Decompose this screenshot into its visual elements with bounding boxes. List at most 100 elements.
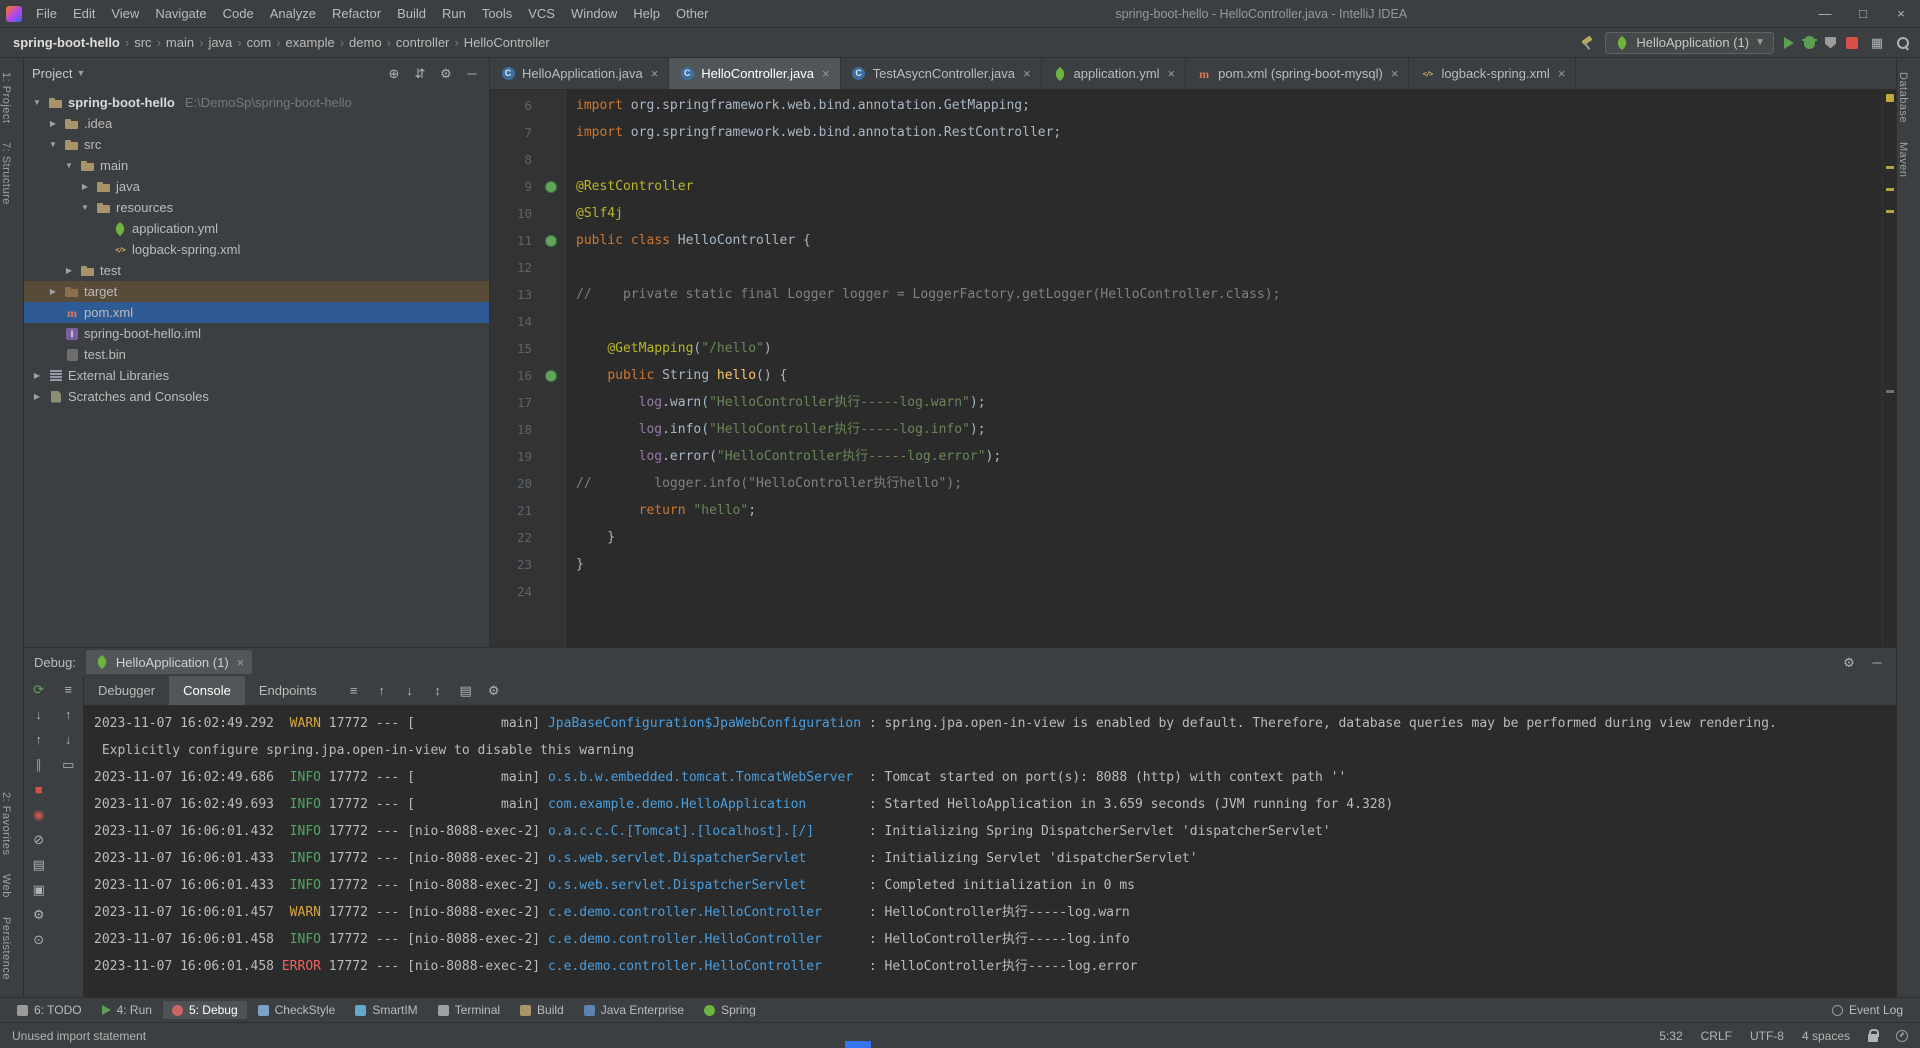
pin-icon[interactable]: ⊙ — [30, 930, 48, 948]
close-tab-icon[interactable]: × — [1558, 66, 1566, 81]
spring-bean-gutter-icon[interactable] — [536, 370, 566, 382]
debug-tab-debugger[interactable]: Debugger — [84, 676, 169, 705]
menu-code[interactable]: Code — [215, 0, 262, 27]
expand-arrow-icon[interactable]: ▶ — [30, 392, 44, 401]
line-separator[interactable]: CRLF — [1701, 1029, 1732, 1043]
close-session-icon[interactable]: × — [237, 655, 245, 670]
collapse-arrow-icon[interactable]: ▼ — [62, 161, 76, 170]
run-button[interactable] — [1784, 37, 1794, 49]
breadcrumb-item-main[interactable]: main — [163, 35, 197, 50]
coverage-button[interactable] — [1825, 37, 1836, 49]
tool-window-button-build[interactable]: Build — [511, 1001, 573, 1019]
menu-edit[interactable]: Edit — [65, 0, 103, 27]
tree-item-test-bin[interactable]: test.bin — [24, 344, 489, 365]
spring-bean-gutter-icon[interactable] — [536, 235, 566, 247]
editor-line[interactable]: 22 } — [490, 524, 1896, 551]
breadcrumb-item-java[interactable]: java — [205, 35, 235, 50]
mute-breakpoints-icon[interactable]: ⊘ — [30, 830, 48, 848]
close-tab-icon[interactable]: × — [1023, 66, 1031, 81]
editor-line[interactable]: 6import org.springframework.web.bind.ann… — [490, 92, 1896, 119]
build-hammer-icon[interactable] — [1579, 35, 1595, 51]
breadcrumb-item-example[interactable]: example — [283, 35, 338, 50]
stop-icon[interactable]: ■ — [30, 780, 48, 798]
chevron-down-icon[interactable]: ▼ — [76, 68, 85, 78]
menu-help[interactable]: Help — [625, 0, 668, 27]
step-up-icon[interactable]: ↑ — [30, 730, 48, 748]
inspections-indicator-icon[interactable] — [1886, 94, 1894, 102]
debug-session-tab[interactable]: HelloApplication (1) × — [86, 650, 252, 674]
menu-other[interactable]: Other — [668, 0, 717, 27]
tool-window-button-terminal[interactable]: Terminal — [429, 1001, 509, 1019]
expand-arrow-icon[interactable]: ▶ — [62, 266, 76, 275]
breadcrumb-item-com[interactable]: com — [244, 35, 275, 50]
debug-tab-console[interactable]: Console — [169, 676, 245, 705]
settings-gear-icon[interactable]: ⚙ — [30, 905, 48, 923]
expand-all-icon[interactable]: ↕ — [429, 682, 447, 700]
indent-setting[interactable]: 4 spaces — [1802, 1029, 1850, 1043]
minimize-button[interactable]: — — [1806, 0, 1844, 27]
info-mark[interactable] — [1886, 390, 1894, 393]
warning-mark[interactable] — [1886, 188, 1894, 191]
code-editor[interactable]: 6import org.springframework.web.bind.ann… — [490, 90, 1896, 647]
tree-item-pom-xml[interactable]: pom.xml — [24, 302, 489, 323]
menu-analyze[interactable]: Analyze — [262, 0, 324, 27]
tree-item-java[interactable]: ▶java — [24, 176, 489, 197]
menu-vcs[interactable]: VCS — [520, 0, 563, 27]
editor-line[interactable]: 23} — [490, 551, 1896, 578]
tree-item-test[interactable]: ▶test — [24, 260, 489, 281]
screenshot-icon[interactable]: ▣ — [30, 880, 48, 898]
tree-item-spring-boot-hello-iml[interactable]: spring-boot-hello.iml — [24, 323, 489, 344]
tool-stripe-button-7-structure[interactable]: 7: Structure — [0, 134, 12, 213]
editor-line[interactable]: 18 log.info("HelloController执行-----log.i… — [490, 416, 1896, 443]
editor-line[interactable]: 19 log.error("HelloController执行-----log.… — [490, 443, 1896, 470]
close-tab-icon[interactable]: × — [651, 66, 659, 81]
highlighting-level-icon[interactable] — [1896, 1030, 1908, 1042]
view-breakpoints-icon[interactable]: ◉ — [30, 805, 48, 823]
rerun-icon[interactable]: ⟳ — [30, 680, 48, 698]
read-only-lock-icon[interactable] — [1868, 1034, 1878, 1042]
editor-tab-pom-xml-spring-boot-mysql[interactable]: pom.xml (spring-boot-mysql)× — [1186, 58, 1409, 89]
tool-stripe-button-database[interactable]: Database — [1897, 64, 1909, 131]
editor-line[interactable]: 16 public String hello() { — [490, 362, 1896, 389]
editor-line[interactable]: 24 — [490, 578, 1896, 605]
editor-line[interactable]: 14 — [490, 308, 1896, 335]
menu-window[interactable]: Window — [563, 0, 625, 27]
editor-line[interactable]: 15 @GetMapping("/hello") — [490, 335, 1896, 362]
print-icon[interactable]: ▤ — [457, 682, 475, 700]
tool-stripe-button-1-project[interactable]: 1: Project — [0, 64, 12, 131]
error-stripe[interactable] — [1882, 90, 1896, 647]
clear-console-icon[interactable]: ▭ — [59, 755, 77, 773]
editor-line[interactable]: 11public class HelloController { — [490, 227, 1896, 254]
editor-line[interactable]: 20// logger.info("HelloController执行hello… — [490, 470, 1896, 497]
file-encoding[interactable]: UTF-8 — [1750, 1029, 1784, 1043]
menu-navigate[interactable]: Navigate — [147, 0, 214, 27]
tool-stripe-button-2-favorites[interactable]: 2: Favorites — [0, 784, 12, 863]
warning-mark[interactable] — [1886, 210, 1894, 213]
scroll-up-icon[interactable]: ↑ — [373, 682, 391, 700]
project-panel-title[interactable]: Project — [32, 66, 72, 81]
tool-window-button-4-run[interactable]: 4: Run — [93, 1001, 161, 1019]
expand-arrow-icon[interactable]: ▶ — [46, 119, 60, 128]
collapse-all-icon[interactable]: ⇵ — [411, 64, 429, 82]
tree-item-application-yml[interactable]: application.yml — [24, 218, 489, 239]
close-tab-icon[interactable]: × — [1391, 66, 1399, 81]
warning-mark[interactable] — [1886, 166, 1894, 169]
tree-item-logback-spring-xml[interactable]: logback-spring.xml — [24, 239, 489, 260]
editor-line[interactable]: 21 return "hello"; — [490, 497, 1896, 524]
breadcrumb-item-hellocontroller[interactable]: HelloController — [461, 35, 553, 50]
expand-arrow-icon[interactable]: ▶ — [30, 371, 44, 380]
breadcrumb-item-src[interactable]: src — [131, 35, 154, 50]
editor-tab-hellocontroller-java[interactable]: HelloController.java× — [669, 58, 840, 89]
collapse-arrow-icon[interactable]: ▼ — [46, 140, 60, 149]
scroll-down-icon[interactable]: ↓ — [401, 682, 419, 700]
down-arrow-icon[interactable]: ↓ — [59, 730, 77, 748]
menu-icon[interactable]: ≡ — [59, 680, 77, 698]
pause-icon[interactable]: ∥ — [30, 755, 48, 773]
tool-window-button-java-enterprise[interactable]: Java Enterprise — [575, 1001, 693, 1019]
locate-file-icon[interactable]: ⊕ — [385, 64, 403, 82]
tree-item-src[interactable]: ▼src — [24, 134, 489, 155]
editor-tab-application-yml[interactable]: application.yml× — [1042, 58, 1187, 89]
collapse-arrow-icon[interactable]: ▼ — [78, 203, 92, 212]
tool-window-button-event-log[interactable]: Event Log — [1823, 1001, 1912, 1019]
breadcrumb-item-spring-boot-hello[interactable]: spring-boot-hello — [10, 35, 123, 50]
